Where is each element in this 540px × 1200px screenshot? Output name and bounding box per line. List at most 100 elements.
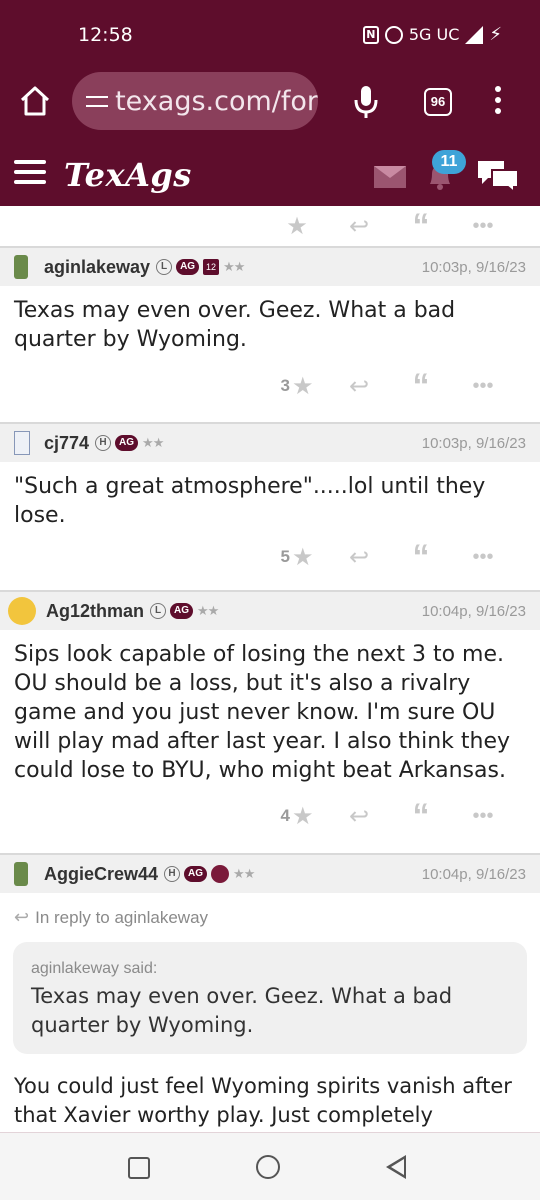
alarm-icon	[384, 25, 403, 44]
recents-button[interactable]	[128, 1157, 150, 1179]
more-button[interactable]: •••	[452, 805, 514, 828]
site-header: TexAgs 11	[0, 138, 540, 206]
post-body: Sips look capable of losing the next 3 t…	[14, 642, 510, 783]
timestamp[interactable]: 10:04p, 9/16/23	[422, 603, 526, 620]
reply-icon: ↩	[348, 212, 370, 240]
avatar-notepad-icon[interactable]	[14, 431, 30, 455]
badge-ag: AG	[115, 435, 139, 451]
site-settings-icon[interactable]	[86, 91, 109, 111]
post-header: AggieCrew44 H AG ★★ 10:04p, 9/16/23	[0, 855, 540, 893]
like-button[interactable]: ★	[266, 212, 328, 241]
reply-to-link[interactable]: ↩ In reply to aginlakeway	[0, 893, 540, 928]
post-actions: 3 ★ ↩ “ •••	[0, 358, 540, 414]
system-nav-bar	[0, 1132, 540, 1200]
reply-button[interactable]: ↩	[328, 802, 390, 831]
quote-block: aginlakeway said: Texas may even over. G…	[13, 942, 527, 1054]
voice-search-button[interactable]	[352, 84, 380, 120]
timestamp[interactable]: 10:03p, 9/16/23	[422, 259, 526, 276]
home-button[interactable]	[18, 84, 52, 118]
badge-12thman: 12	[203, 259, 220, 275]
browser-toolbar: texags.com/for 96	[0, 66, 540, 138]
like-button[interactable]: 5 ★	[266, 543, 328, 572]
status-icons: N 5G UC ⚡	[362, 24, 502, 45]
user-stars: ★★	[142, 435, 164, 450]
more-icon: •••	[472, 804, 494, 827]
star-icon: ★	[291, 802, 314, 830]
more-button[interactable]: •••	[452, 375, 514, 398]
quote-icon: “	[412, 797, 430, 835]
quote-button[interactable]: “	[390, 538, 452, 576]
badge-h: H	[95, 435, 112, 451]
post-header: Ag12thman L AG ★★ 10:04p, 9/16/23	[0, 592, 540, 630]
url-text: texags.com/for	[115, 85, 318, 117]
star-icon: ★	[291, 372, 314, 400]
status-bar: 12:58 N 5G UC ⚡	[0, 0, 540, 66]
like-button[interactable]: 4 ★	[266, 802, 328, 831]
post: aginlakeway L AG 12 ★★ 10:03p, 9/16/23 T…	[0, 246, 540, 414]
reply-button[interactable]: ↩	[328, 212, 390, 241]
post-header: aginlakeway L AG 12 ★★ 10:03p, 9/16/23	[0, 248, 540, 286]
badge-l: L	[156, 259, 173, 275]
more-button[interactable]: •••	[452, 546, 514, 569]
timestamp[interactable]: 10:04p, 9/16/23	[422, 866, 526, 883]
quote-text: Texas may even over. Geez. What a bad qu…	[31, 984, 453, 1037]
badge-l: L	[150, 603, 167, 619]
more-icon: •••	[472, 545, 494, 568]
username[interactable]: AggieCrew44	[44, 864, 158, 885]
reply-icon: ↩	[348, 543, 370, 571]
reply-button[interactable]: ↩	[328, 372, 390, 401]
like-count: 3	[280, 376, 290, 395]
browser-menu-button[interactable]	[490, 86, 506, 118]
username[interactable]: cj774	[44, 433, 89, 454]
aggie-logo-icon	[211, 865, 230, 883]
post-body: You could just feel Wyoming spirits vani…	[14, 1074, 512, 1127]
thread-feed: ★ ↩ “ ••• aginlakeway L AG 12 ★★ 10:03p,…	[0, 206, 540, 1132]
user-stars: ★★	[197, 603, 219, 618]
post-actions: 5 ★ ↩ “ •••	[0, 534, 540, 580]
quote-icon: “	[412, 538, 430, 576]
url-bar[interactable]: texags.com/for	[72, 72, 318, 130]
quote-button[interactable]: “	[390, 367, 452, 405]
username[interactable]: Ag12thman	[46, 601, 144, 622]
reply-icon: ↩	[348, 802, 370, 830]
post-actions: 4 ★ ↩ “ •••	[0, 789, 540, 843]
username[interactable]: aginlakeway	[44, 257, 150, 278]
reply-button[interactable]: ↩	[328, 543, 390, 572]
reply-icon: ↩	[348, 372, 370, 400]
home-nav-button[interactable]	[256, 1155, 280, 1179]
star-icon: ★	[291, 543, 314, 571]
avatar-phone-icon[interactable]	[14, 255, 28, 279]
more-button[interactable]: •••	[452, 215, 514, 238]
timestamp[interactable]: 10:03p, 9/16/23	[422, 435, 526, 452]
quote-button[interactable]: “	[390, 207, 452, 245]
user-stars: ★★	[223, 259, 245, 274]
more-icon: •••	[472, 214, 494, 237]
badge-h: H	[164, 866, 181, 882]
post: AggieCrew44 H AG ★★ 10:04p, 9/16/23 ↩ In…	[0, 853, 540, 1132]
badge-ag: AG	[176, 259, 200, 275]
post-body: Texas may even over. Geez. What a bad qu…	[14, 298, 456, 352]
quote-icon: “	[412, 207, 430, 245]
quote-icon: “	[412, 367, 430, 405]
battery-charging-icon: ⚡	[489, 24, 502, 45]
mail-icon[interactable]	[374, 166, 406, 188]
post-body: "Such a great atmosphere".....lol until …	[14, 474, 486, 528]
site-logo[interactable]: TexAgs	[64, 156, 192, 194]
network-label: 5G UC	[408, 25, 460, 44]
avatar-phone-icon[interactable]	[14, 862, 28, 886]
back-button[interactable]	[386, 1155, 406, 1179]
quote-button[interactable]: “	[390, 797, 452, 835]
hamburger-menu-icon[interactable]	[14, 160, 46, 184]
avatar-detective-icon[interactable]	[8, 597, 36, 625]
tab-switcher-button[interactable]: 96	[424, 88, 452, 116]
like-button[interactable]: 3 ★	[266, 372, 328, 401]
top-chrome: 12:58 N 5G UC ⚡ texags.com/for 96 TexAgs…	[0, 0, 540, 206]
chat-icon[interactable]	[476, 158, 520, 195]
post-actions: ★ ↩ “ •••	[0, 206, 540, 246]
home-icon	[20, 86, 50, 116]
post-header: cj774 H AG ★★ 10:03p, 9/16/23	[0, 424, 540, 462]
reply-icon: ↩	[14, 907, 30, 927]
post: Ag12thman L AG ★★ 10:04p, 9/16/23 Sips l…	[0, 590, 540, 843]
like-count: 4	[280, 806, 290, 825]
quote-author: aginlakeway said:	[31, 960, 158, 977]
